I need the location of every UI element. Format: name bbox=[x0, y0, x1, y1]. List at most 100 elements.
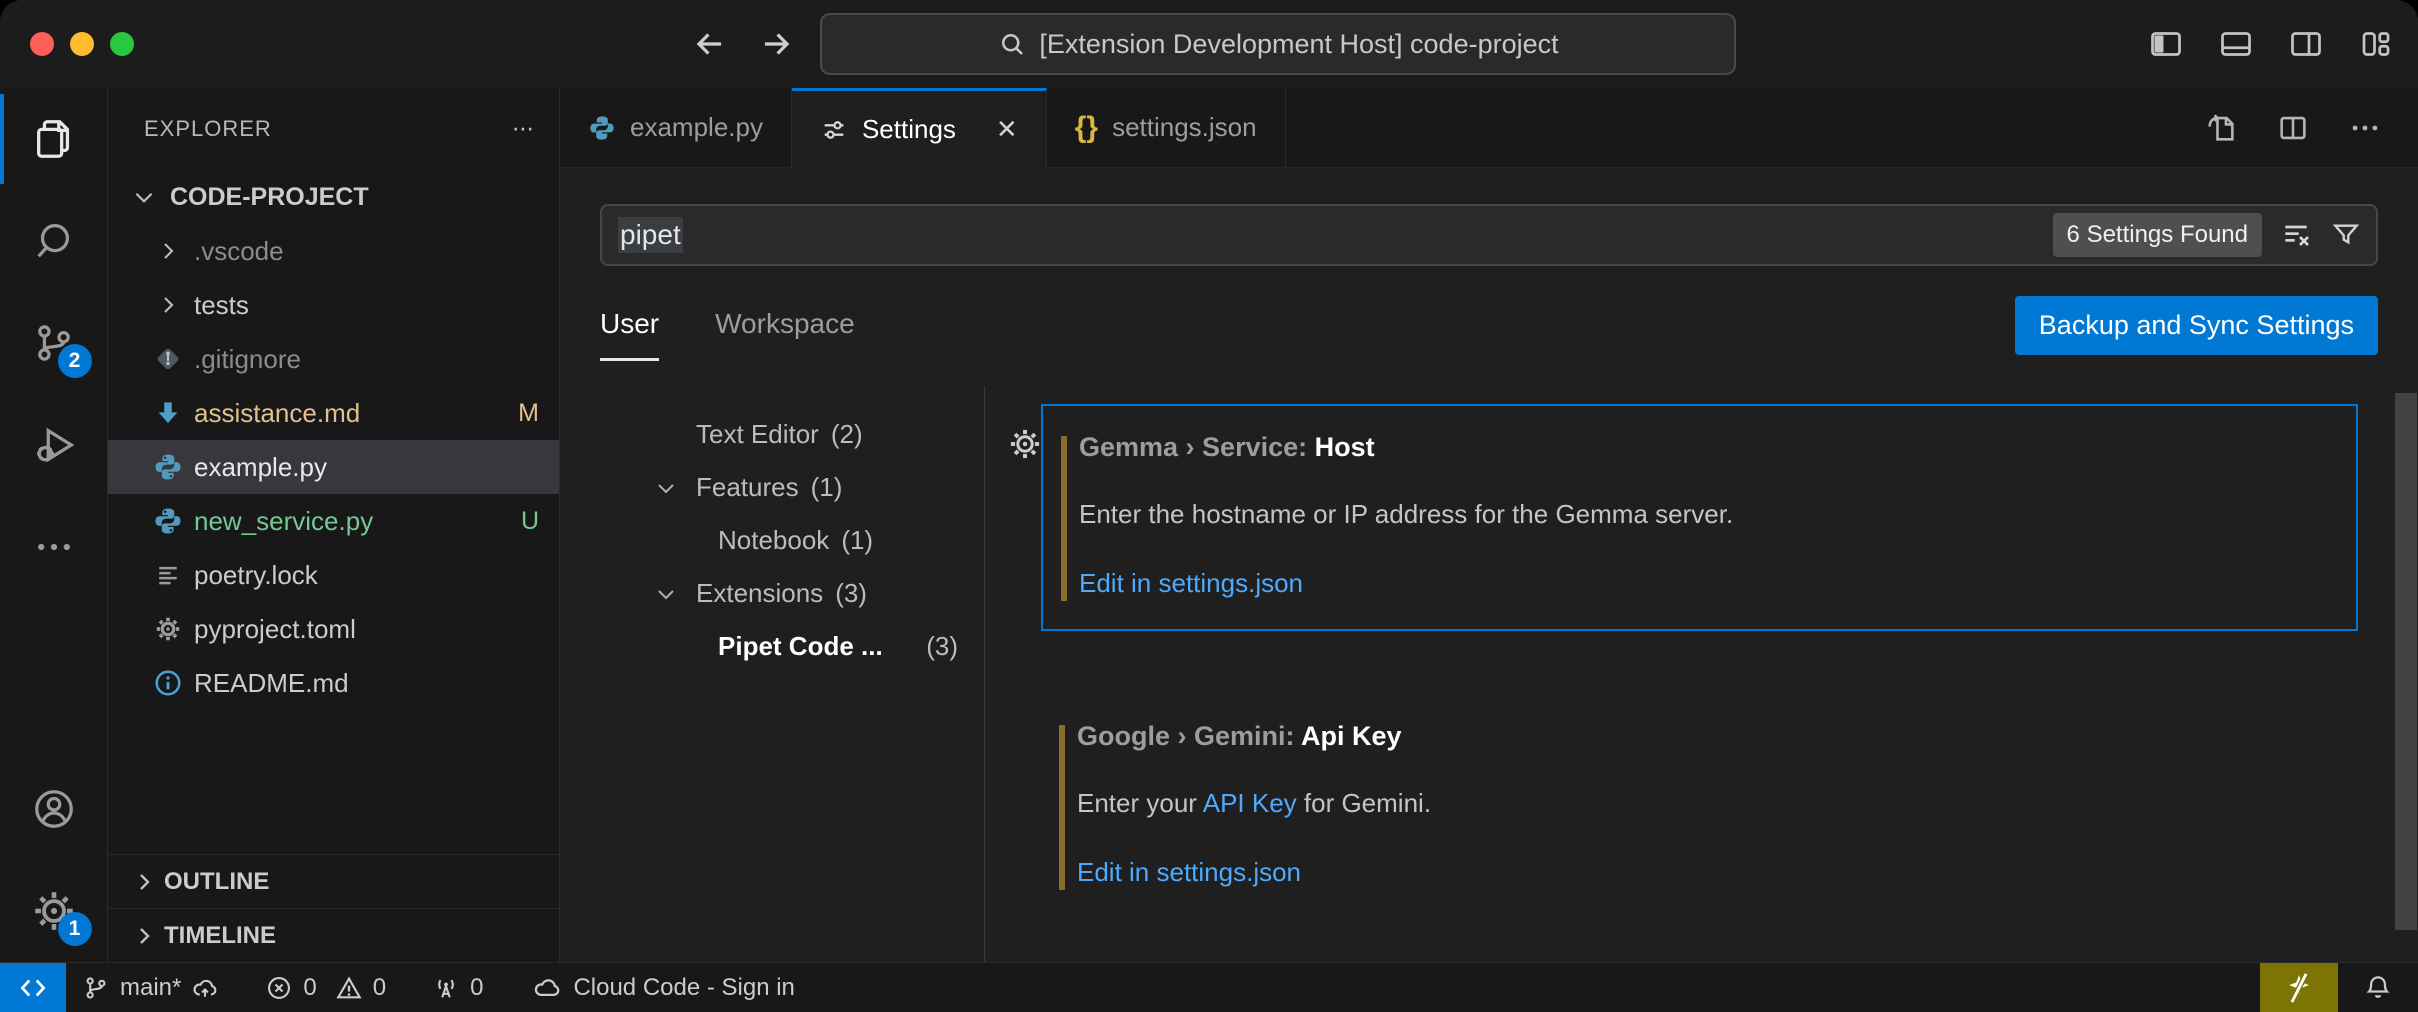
file-label: README.md bbox=[194, 668, 349, 699]
ports-status[interactable]: 0 bbox=[416, 963, 499, 1012]
tree-item-tests[interactable]: tests bbox=[108, 278, 559, 332]
tree-item-example-py[interactable]: example.py bbox=[108, 440, 559, 494]
tree-item-gitignore[interactable]: .gitignore bbox=[108, 332, 559, 386]
tree-item-readme-md[interactable]: README.md bbox=[108, 656, 559, 710]
setting-google-gemini-text-model[interactable]: Google › Gemini: Text Model bbox=[1041, 934, 2358, 962]
inline-suggestions-disabled-status[interactable] bbox=[2260, 963, 2338, 1012]
bell-icon bbox=[2363, 973, 2393, 1003]
activity-source-control-button[interactable]: 2 bbox=[0, 292, 108, 394]
edit-in-settings-json-link[interactable]: Edit in settings.json bbox=[1077, 857, 2328, 888]
maximize-window-button[interactable] bbox=[110, 32, 134, 56]
toc-label: Notebook bbox=[718, 525, 829, 556]
branch-name: main* bbox=[120, 974, 181, 1002]
section-label: TIMELINE bbox=[164, 922, 276, 950]
activity-search-button[interactable] bbox=[0, 190, 108, 292]
problems-status[interactable]: 0 0 bbox=[249, 963, 402, 1012]
info-icon bbox=[148, 668, 188, 698]
toc-features[interactable]: Features (1) bbox=[560, 461, 984, 514]
minimize-window-button[interactable] bbox=[70, 32, 94, 56]
cloud-icon bbox=[533, 973, 563, 1003]
manage-settings-button[interactable]: 1 bbox=[0, 860, 108, 962]
outline-section-header[interactable]: OUTLINE bbox=[108, 854, 559, 908]
tree-item-assistance-md[interactable]: assistance.md M bbox=[108, 386, 559, 440]
activity-run-debug-button[interactable] bbox=[0, 394, 108, 496]
file-label: .gitignore bbox=[194, 344, 301, 375]
window-title: [Extension Development Host] code-projec… bbox=[1039, 29, 1558, 60]
git-branch-status[interactable]: main* bbox=[66, 963, 235, 1012]
clear-settings-search-icon[interactable] bbox=[2280, 219, 2312, 251]
open-settings-json-icon[interactable] bbox=[2204, 111, 2238, 145]
explorer-more-actions-button[interactable]: ⋯ bbox=[512, 116, 535, 142]
tree-item-vscode[interactable]: .vscode bbox=[108, 224, 559, 278]
api-key-link[interactable]: API Key bbox=[1203, 788, 1297, 818]
navigate-forward-button[interactable] bbox=[756, 24, 796, 64]
more-actions-icon[interactable] bbox=[2348, 111, 2382, 145]
tree-item-poetry-lock[interactable]: poetry.lock bbox=[108, 548, 559, 602]
toc-notebook[interactable]: Notebook (1) bbox=[560, 514, 984, 567]
close-window-button[interactable] bbox=[30, 32, 54, 56]
cloud-code-status[interactable]: Cloud Code - Sign in bbox=[517, 963, 810, 1012]
scope-tab-user[interactable]: User bbox=[600, 308, 659, 361]
close-tab-icon[interactable]: ✕ bbox=[996, 114, 1018, 145]
remote-indicator[interactable] bbox=[0, 963, 66, 1012]
tree-item-new-service-py[interactable]: new_service.py U bbox=[108, 494, 559, 548]
tab-settings[interactable]: Settings ✕ bbox=[792, 88, 1047, 168]
tab-example-py[interactable]: example.py bbox=[560, 88, 792, 167]
cloud-code-label: Cloud Code - Sign in bbox=[573, 974, 794, 1002]
settings-search-input[interactable]: pipet 6 Settings Found bbox=[600, 204, 2378, 266]
toc-count: (1) bbox=[841, 525, 873, 556]
git-status-badge: M bbox=[518, 399, 539, 428]
toggle-panel-icon[interactable] bbox=[2218, 26, 2254, 62]
branch-icon bbox=[82, 974, 110, 1002]
chevron-right-icon bbox=[148, 239, 188, 263]
command-center-search[interactable]: [Extension Development Host] code-projec… bbox=[820, 13, 1736, 75]
arrow-left-icon bbox=[691, 25, 729, 63]
tree-item-pyproject-toml[interactable]: pyproject.toml bbox=[108, 602, 559, 656]
customize-layout-icon[interactable] bbox=[2358, 26, 2394, 62]
settings-editor: pipet 6 Settings Found User Workspace bbox=[560, 168, 2418, 962]
source-control-badge: 2 bbox=[58, 344, 92, 378]
run-debug-icon bbox=[31, 422, 77, 468]
toc-text-editor[interactable]: Text Editor (2) bbox=[560, 408, 984, 461]
search-icon bbox=[997, 29, 1027, 59]
activity-bar: 2 1 bbox=[0, 88, 108, 962]
filter-settings-icon[interactable] bbox=[2330, 219, 2362, 251]
folder-label: tests bbox=[194, 290, 249, 321]
editor-tab-bar: example.py Settings ✕ {} settings.json bbox=[560, 88, 2418, 168]
setting-title: Google › Gemini: Text Model bbox=[1077, 960, 2328, 962]
activity-explorer-button[interactable] bbox=[0, 88, 108, 190]
setting-google-gemini-api-key[interactable]: Google › Gemini: Api Key Enter your API … bbox=[1041, 695, 2358, 918]
toc-extensions[interactable]: Extensions (3) bbox=[560, 567, 984, 620]
split-editor-icon[interactable] bbox=[2276, 111, 2310, 145]
file-label: example.py bbox=[194, 452, 327, 483]
backup-sync-settings-button[interactable]: Backup and Sync Settings bbox=[2015, 296, 2378, 355]
explorer-sidebar: EXPLORER ⋯ CODE-PROJECT .vscode tests bbox=[108, 88, 560, 962]
setting-title: Gemma › Service: Host bbox=[1079, 432, 2326, 463]
chevron-right-icon bbox=[124, 870, 164, 894]
file-tree: CODE-PROJECT .vscode tests .gitignore bbox=[108, 170, 559, 854]
setting-description: Enter your API Key for Gemini. bbox=[1077, 788, 2328, 819]
setting-gear-icon[interactable] bbox=[1007, 426, 1043, 467]
vscode-window: [Extension Development Host] code-projec… bbox=[0, 0, 2418, 1012]
toggle-secondary-sidebar-icon[interactable] bbox=[2288, 26, 2324, 62]
toggle-primary-sidebar-icon[interactable] bbox=[2148, 26, 2184, 62]
tree-root-code-project[interactable]: CODE-PROJECT bbox=[108, 170, 559, 224]
explorer-title: EXPLORER bbox=[144, 116, 272, 142]
setting-gemma-service-host[interactable]: Gemma › Service: Host Enter the hostname… bbox=[1041, 404, 2358, 631]
tab-settings-json[interactable]: {} settings.json bbox=[1047, 88, 1286, 167]
accounts-button[interactable] bbox=[0, 758, 108, 860]
edit-in-settings-json-link[interactable]: Edit in settings.json bbox=[1079, 568, 2326, 599]
notifications-bell-button[interactable] bbox=[2338, 963, 2418, 1012]
git-icon bbox=[148, 344, 188, 374]
settings-scrollbar[interactable] bbox=[2395, 393, 2417, 930]
tab-label: Settings bbox=[862, 114, 956, 145]
toc-pipet-code[interactable]: Pipet Code ... (3) bbox=[560, 620, 984, 673]
setting-description: Enter the hostname or IP address for the… bbox=[1079, 499, 2326, 530]
settings-sliders-icon bbox=[820, 116, 848, 144]
timeline-section-header[interactable]: TIMELINE bbox=[108, 908, 559, 962]
navigate-back-button[interactable] bbox=[690, 24, 730, 64]
activity-more-button[interactable] bbox=[0, 496, 108, 598]
settings-list: Gemma › Service: Host Enter the hostname… bbox=[985, 386, 2418, 962]
chevron-down-icon bbox=[654, 582, 696, 606]
scope-tab-workspace[interactable]: Workspace bbox=[715, 308, 855, 358]
